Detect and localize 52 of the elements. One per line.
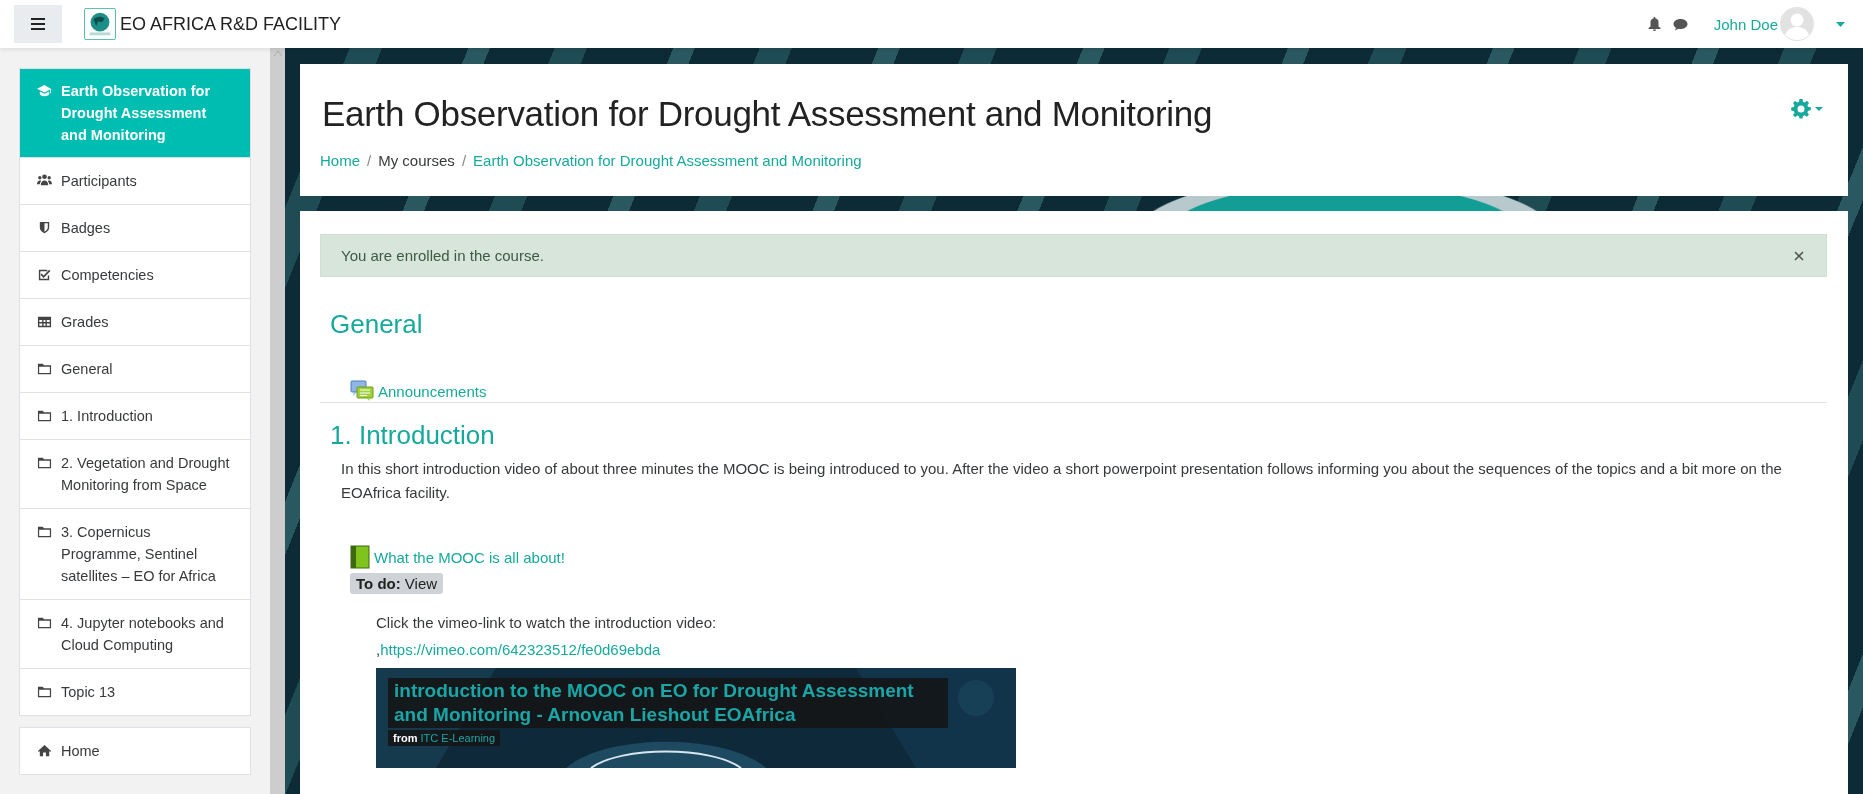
sidebar-item[interactable]: 1. Introduction [20, 392, 250, 439]
sidebar-item[interactable]: Badges [20, 204, 250, 251]
site-name[interactable]: EO AFRICA R&D FACILITY [120, 13, 342, 35]
sidebar-item[interactable]: 3. Copernicus Programme, Sentinel satellites – EO for Africa [20, 508, 250, 599]
menu-button[interactable] [14, 5, 62, 43]
home-icon [37, 743, 52, 758]
chat-icon[interactable] [1672, 17, 1688, 31]
book-icon [350, 545, 370, 569]
users-icon [37, 173, 52, 188]
breadcrumb-separator: / [367, 152, 372, 169]
video-source: from ITC E-Learning [388, 730, 501, 746]
scrollbar[interactable] [270, 48, 285, 794]
activity-description: Click the vimeo-link to watch the introduction video: [376, 614, 718, 631]
checkbox-icon [37, 267, 52, 282]
section-summary: In this short introduction video of about three minutes the MOOC is being introduced to you. After the video a short powerpoint presentation follows informing you about the sequences of the topics and a bit more on the EOAfrica facility. [341, 459, 1783, 503]
settings-menu[interactable] [1791, 99, 1823, 119]
sidebar-item[interactable]: Grades [20, 298, 250, 345]
scroll-up-icon[interactable] [273, 51, 282, 56]
close-icon [1794, 250, 1804, 261]
bell-icon[interactable] [1647, 17, 1661, 31]
logo-icon[interactable] [84, 8, 116, 40]
close-button[interactable] [1792, 248, 1806, 263]
folder-icon [37, 408, 52, 423]
folder-icon [37, 455, 52, 470]
folder-icon [37, 684, 52, 699]
breadcrumb-separator: / [461, 152, 467, 169]
shield-icon [37, 220, 52, 235]
completion-badge: To do: View [350, 573, 444, 594]
folder-icon [37, 524, 52, 539]
video-player[interactable]: introduction to the MOOC on EO for Drought Assessment and Monitoring - Arnovan Lieshout EOAfrica from ITC E-Learning [376, 668, 1016, 768]
table-icon [37, 314, 52, 329]
menu-icon [31, 18, 45, 30]
page-title: Earth Observation for Drought Assessment and Monitoring [322, 94, 1214, 134]
sidebar-item[interactable]: Competencies [20, 251, 250, 298]
breadcrumb-item: My courses [378, 152, 455, 169]
sidebar-item[interactable]: Participants [20, 157, 250, 204]
sidebar-item[interactable]: Home [20, 728, 250, 774]
sidebar-item[interactable]: 4. Jupyter notebooks and Cloud Computing [20, 599, 250, 668]
alert-message: You are enrolled in the course. [341, 247, 545, 264]
source-link[interactable]: ITC E-Learning [420, 732, 496, 744]
link-text: ,https://vimeo.com/642323512/fe0d69ebda [376, 641, 662, 658]
caret-icon[interactable] [1836, 21, 1845, 27]
caret-icon[interactable] [1815, 107, 1823, 111]
folder-icon [37, 615, 52, 630]
video-title[interactable]: introduction to the MOOC on EO for Drought Assessment and Monitoring - Arnovan Lieshout EOAfrica [388, 678, 948, 728]
settings-icon[interactable] [1791, 99, 1811, 119]
sidebar-item[interactable]: General [20, 345, 250, 392]
forum-icon [350, 380, 374, 402]
graduation-cap-icon [37, 83, 52, 98]
folder-icon [37, 361, 52, 376]
sidebar-item[interactable]: Topic 13 [20, 668, 250, 715]
sidebar-item[interactable]: 2. Vegetation and Drought Monitoring from Space [20, 439, 250, 508]
